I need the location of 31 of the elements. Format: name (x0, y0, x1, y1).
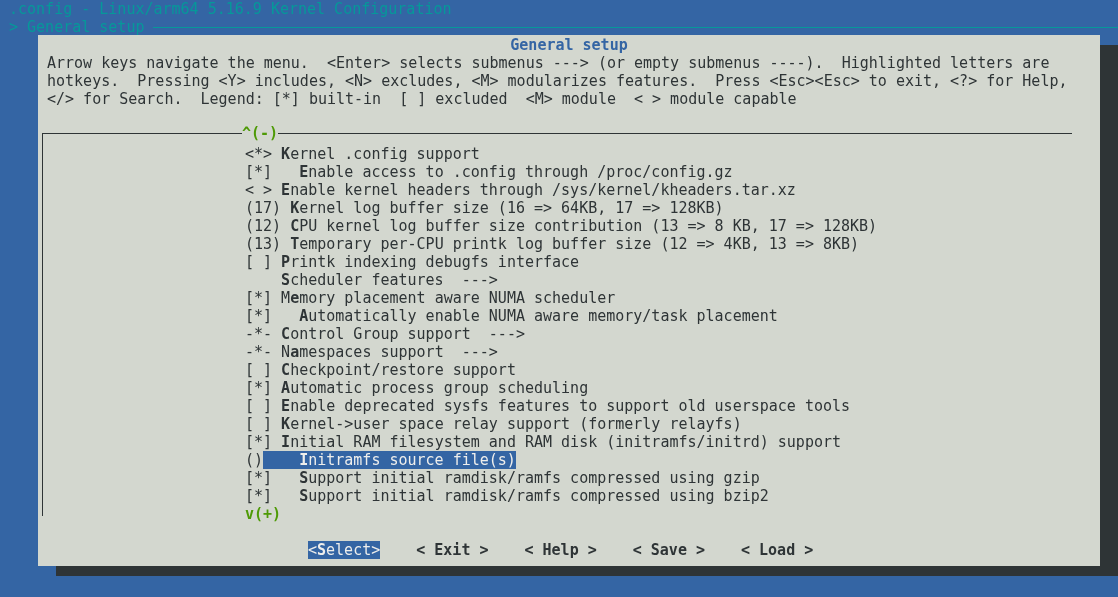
menu-item[interactable]: [*] Automatically enable NUMA aware memory/task placement (245, 307, 778, 325)
menu-item[interactable]: -*- Namespaces support ---> (245, 343, 498, 361)
scroll-down-indicator: v(+) (244, 505, 282, 523)
menu-item[interactable]: [ ] Printk indexing debugfs interface (245, 253, 580, 271)
scroll-up-indicator: ^(-) (242, 124, 279, 142)
help-text: hotkeys. Pressing <Y> includes, <N> excludes, <M> modularizes features. Press <Esc><Esc> to exit, <?> for Help, (47, 72, 1069, 90)
menu-item[interactable]: (12) CPU kernel log buffer size contribution (13 => 8 KB, 17 => 128KB) (245, 217, 878, 235)
help-text: Arrow keys navigate the menu. <Enter> selects submenus ---> (or empty submenus ----). Highlighted letters are (47, 54, 1051, 72)
dialog-button[interactable]: < Load > (741, 541, 814, 559)
menu-item[interactable]: Scheduler features ---> (245, 271, 498, 289)
menu-item[interactable]: (17) Kernel log buffer size (16 => 64KB, 17 => 128KB) (245, 199, 724, 217)
menu-item[interactable]: -*- Control Group support ---> (245, 325, 525, 343)
menu-item[interactable]: < > Enable kernel headers through /sys/kernel/kheaders.tar.xz (245, 181, 796, 199)
help-text: </> for Search. Legend: [*] built-in [ ] excluded <M> module < > module capable (47, 90, 798, 108)
menu-item[interactable]: (13) Temporary per-CPU printk log buffer size (12 => 4KB, 13 => 8KB) (245, 235, 860, 253)
menu-item[interactable]: [ ] Checkpoint/restore support (245, 361, 516, 379)
dialog-button[interactable]: < Exit > (416, 541, 489, 559)
menu-item[interactable]: [*] Automatic process group scheduling (245, 379, 589, 397)
menu-item[interactable]: <*> Kernel .config support (245, 145, 480, 163)
menu-item[interactable]: () Initramfs source file(s) (245, 451, 516, 469)
dialog-button[interactable]: < Save > (632, 541, 705, 559)
dialog-title: General setup (509, 35, 629, 54)
menu-item[interactable]: [*] Initial RAM filesystem and RAM disk (initramfs/initrd) support (245, 433, 842, 451)
menu-item[interactable]: [ ] Enable deprecated sysfs features to support old userspace tools (245, 397, 851, 415)
menu-item[interactable]: [*] Memory placement aware NUMA scheduler (245, 289, 616, 307)
menu-item[interactable]: [*] Enable access to .config through /proc/config.gz (245, 163, 733, 181)
dialog-button[interactable]: <Select> (308, 541, 381, 559)
dialog-button[interactable]: < Help > (524, 541, 597, 559)
menu-item[interactable]: [*] Support initial ramdisk/ramfs compressed using bzip2 (245, 487, 769, 505)
menu-item[interactable]: [ ] Kernel->user space relay support (formerly relayfs) (245, 415, 742, 433)
menu-item[interactable]: [*] Support initial ramdisk/ramfs compressed using gzip (245, 469, 760, 487)
